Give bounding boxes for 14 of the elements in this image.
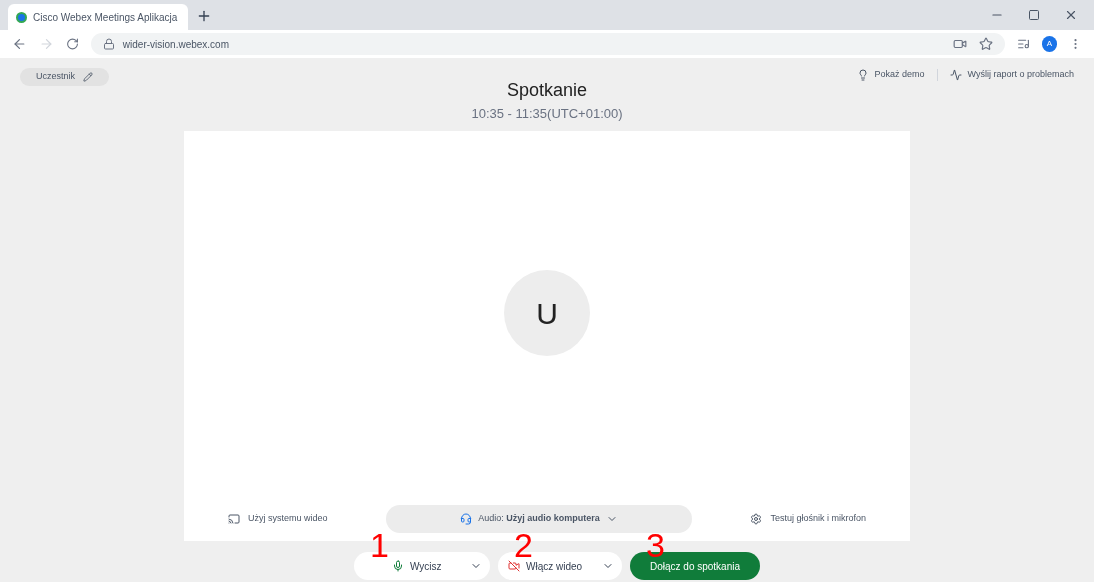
address-bar[interactable]: wider-vision.webex.com bbox=[90, 33, 1006, 55]
user-chip[interactable]: Uczestnik bbox=[20, 68, 109, 86]
avatar: U bbox=[504, 270, 590, 356]
meeting-time: 10:35 - 11:35(UTC+01:00) bbox=[471, 106, 623, 122]
audio-select[interactable]: Audio: Użyj audio komputera bbox=[386, 505, 692, 533]
test-audio-button[interactable]: Testuj głośnik i mikrofon bbox=[750, 512, 866, 526]
tab-title: Cisco Webex Meetings Aplikacja bbox=[33, 10, 178, 25]
browser-tab[interactable]: Cisco Webex Meetings Aplikacja bbox=[8, 4, 188, 30]
report-link[interactable]: Wyślij raport o problemach bbox=[949, 68, 1074, 82]
url-text: wider-vision.webex.com bbox=[122, 37, 229, 52]
video-system-button[interactable]: Użyj systemu wideo bbox=[228, 512, 328, 526]
demo-link[interactable]: Pokaż demo bbox=[856, 68, 925, 82]
meeting-title: Spotkanie bbox=[506, 79, 588, 102]
profile-avatar[interactable]: A bbox=[1042, 36, 1057, 52]
